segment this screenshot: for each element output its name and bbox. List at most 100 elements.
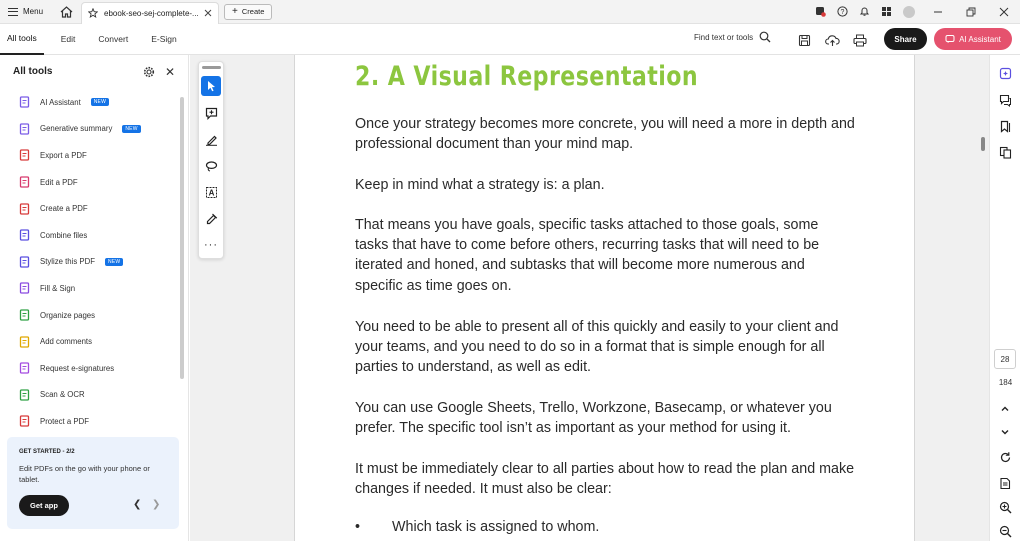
print-icon[interactable]	[851, 31, 869, 49]
promo-title: GET STARTED - 2/2	[19, 449, 75, 455]
avatar[interactable]	[903, 5, 915, 18]
find-label: Find text or tools	[694, 32, 754, 42]
close-panel-icon[interactable]: ✕	[165, 65, 175, 79]
refresh-icon[interactable]	[997, 449, 1013, 465]
fill-sign-pen-icon[interactable]	[201, 208, 221, 228]
tab-convert[interactable]: Convert	[91, 24, 135, 55]
tool-label: Request e-signatures	[40, 363, 115, 373]
comments-icon[interactable]	[997, 92, 1013, 108]
restore-icon[interactable]	[954, 0, 987, 24]
scan-ocr-icon	[18, 388, 31, 401]
tool-label: Add comments	[40, 337, 93, 347]
document-tab[interactable]: ebook-seo-sej-complete-...	[81, 1, 220, 24]
new-badge: NEW	[122, 124, 141, 133]
tool-label: Fill & Sign	[40, 283, 76, 293]
tab-title: ebook-seo-sej-complete-...	[104, 8, 199, 18]
export-pdf-icon	[18, 149, 31, 162]
help-icon[interactable]: ?	[831, 0, 853, 24]
bell-icon[interactable]	[853, 0, 875, 24]
tab-e-sign[interactable]: E-Sign	[144, 24, 184, 55]
ai-assistant-icon	[18, 96, 31, 109]
bullet-item: • Which task is assigned to whom.	[355, 519, 599, 535]
drag-handle[interactable]	[202, 66, 221, 69]
page-up-icon[interactable]	[997, 401, 1013, 417]
hamburger-icon	[8, 7, 18, 16]
create-label: Create	[241, 7, 265, 16]
gear-icon[interactable]	[143, 66, 155, 78]
create-button[interactable]: + Create	[224, 3, 273, 20]
panel-title: All tools	[13, 66, 53, 77]
zoom-out-icon[interactable]	[997, 523, 1013, 539]
tool-label: Edit a PDF	[40, 177, 78, 187]
tab-all-tools[interactable]: All tools	[0, 24, 44, 55]
tool-item[interactable]: Scan & OCR	[0, 382, 178, 409]
tool-item[interactable]: Request e-signatures	[0, 355, 178, 382]
select-cursor-icon[interactable]	[201, 76, 221, 96]
find-text-or-tools[interactable]: Find text or tools	[694, 31, 771, 43]
tool-item[interactable]: Organize pages	[0, 302, 178, 329]
paragraph: You need to be able to present all of th…	[355, 319, 839, 376]
zoom-in-icon[interactable]	[997, 499, 1013, 515]
highlight-pen-icon[interactable]	[201, 129, 221, 149]
search-icon	[759, 31, 771, 43]
tool-label: Create a PDF	[40, 204, 88, 214]
close-window-icon[interactable]	[987, 0, 1020, 24]
no-sync-icon[interactable]	[809, 0, 831, 24]
page-heading: 2. A Visual Representation	[355, 61, 699, 92]
menu-label: Menu	[23, 7, 44, 16]
generative-summary-icon	[18, 122, 31, 135]
star-icon[interactable]	[88, 8, 99, 18]
document-scrollbar[interactable]	[981, 137, 985, 151]
close-icon[interactable]	[204, 9, 212, 17]
panel-scrollbar[interactable]	[180, 97, 184, 379]
chevron-left-icon[interactable]: ❮	[133, 499, 141, 510]
tool-item[interactable]: Fill & Sign	[0, 275, 178, 302]
main-toolbar: All tools Edit Convert E-Sign Find text …	[0, 24, 1020, 55]
total-pages: 184	[998, 378, 1013, 387]
tool-item[interactable]: Edit a PDF	[0, 169, 178, 196]
tool-item[interactable]: Generative summary NEW	[0, 116, 178, 143]
ai-assistant-button[interactable]: AI Assistant	[934, 28, 1012, 50]
ai-chat-icon[interactable]	[997, 65, 1013, 81]
fill-sign-icon	[18, 282, 31, 295]
more-icon[interactable]: ···	[201, 235, 221, 255]
menu-button[interactable]: Menu	[0, 0, 51, 24]
apps-grid-icon[interactable]	[875, 0, 897, 24]
share-button[interactable]: Share	[884, 28, 927, 50]
tool-label: Scan & OCR	[40, 390, 85, 400]
page-settings-icon[interactable]	[997, 475, 1013, 491]
minimize-icon[interactable]	[921, 0, 954, 24]
tool-item[interactable]: Protect a PDF	[0, 408, 178, 435]
pdf-page[interactable]: 2. A Visual Representation Once your str…	[294, 55, 915, 541]
home-button[interactable]	[51, 0, 81, 24]
chevron-right-icon[interactable]: ❯	[152, 499, 160, 510]
add-comment-icon[interactable]	[201, 103, 221, 123]
save-icon[interactable]	[795, 31, 813, 49]
paragraph: It must be immediately clear to all part…	[355, 461, 855, 498]
tool-item[interactable]: Create a PDF	[0, 195, 178, 222]
all-tools-panel: All tools ✕ AI Assistant NEW Generative su…	[0, 55, 189, 541]
paragraph: Once your strategy becomes more concrete…	[355, 116, 855, 153]
paragraph: That means you have goals, specific task…	[355, 217, 820, 294]
draw-lasso-icon[interactable]	[201, 156, 221, 176]
copy-pages-icon[interactable]	[997, 144, 1013, 160]
current-page-input[interactable]: 28	[994, 349, 1016, 369]
tool-label: Protect a PDF	[40, 416, 89, 426]
bookmarks-icon[interactable]	[997, 118, 1013, 134]
organize-pages-icon	[18, 309, 31, 322]
upload-cloud-icon[interactable]	[823, 31, 841, 49]
combine-files-icon	[18, 229, 31, 242]
tool-item[interactable]: Add comments	[0, 328, 178, 355]
tab-edit[interactable]: Edit	[54, 24, 83, 55]
page-down-icon[interactable]	[997, 424, 1013, 440]
promo-text: Edit PDFs on the go with your phone or t…	[19, 464, 150, 484]
text-box-icon[interactable]: A	[201, 182, 221, 202]
bullet-dot: •	[355, 519, 361, 535]
tool-item[interactable]: Stylize this PDF NEW	[0, 249, 178, 276]
svg-text:A: A	[208, 188, 214, 197]
get-app-button[interactable]: Get app	[19, 495, 69, 516]
tool-item[interactable]: AI Assistant NEW	[0, 89, 178, 116]
tool-item[interactable]: Export a PDF	[0, 142, 178, 169]
tool-item[interactable]: Combine files	[0, 222, 178, 249]
stylize-pdf-icon	[18, 255, 31, 268]
